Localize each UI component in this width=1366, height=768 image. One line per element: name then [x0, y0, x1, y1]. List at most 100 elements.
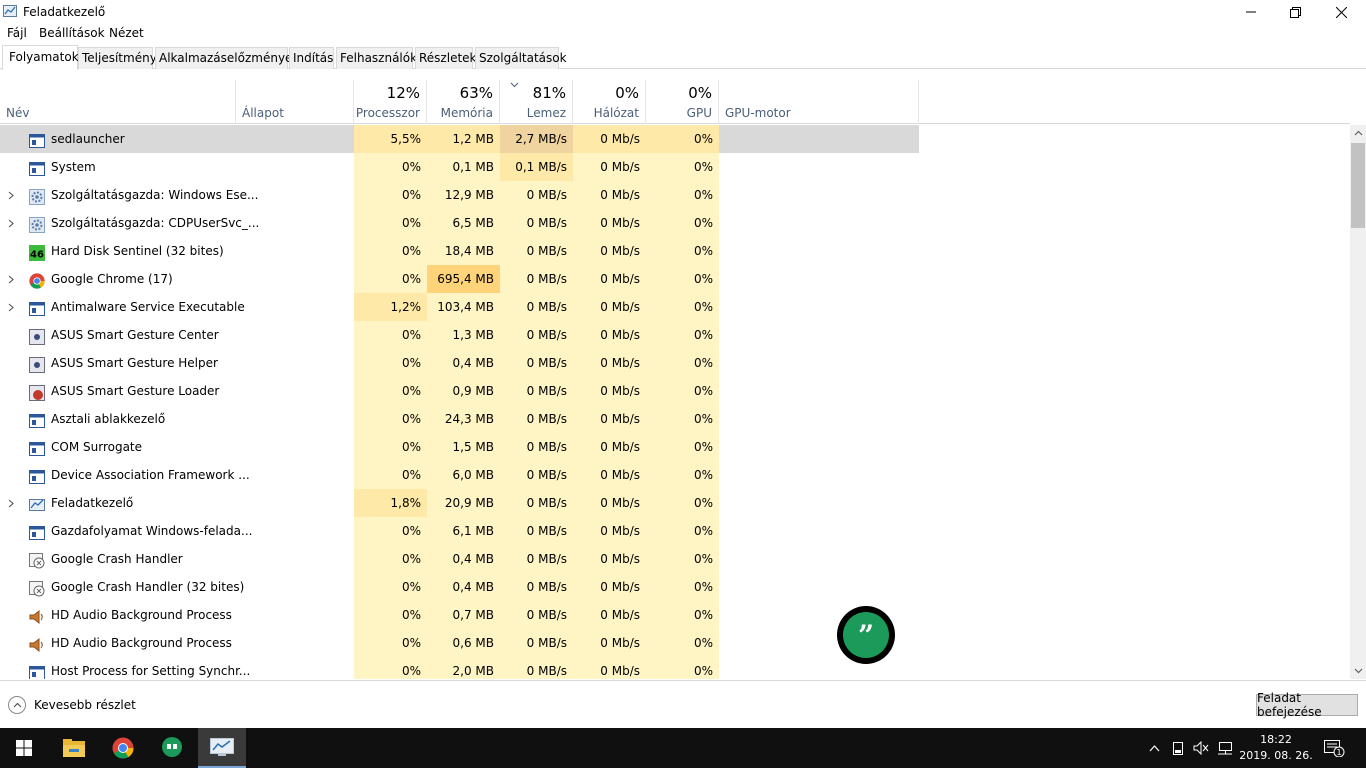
- tab-details[interactable]: Részletek: [415, 47, 477, 69]
- tray-volume[interactable]: [1190, 728, 1212, 768]
- process-gpu-engine: [719, 489, 919, 517]
- tab-services[interactable]: Szolgáltatások: [475, 47, 567, 69]
- process-name-cell: ASUS Smart Gesture Center: [0, 321, 236, 349]
- start-button[interactable]: [0, 728, 48, 768]
- end-task-button[interactable]: Feladat befejezése: [1256, 691, 1358, 719]
- process-row[interactable]: System 0% 0,1 MB 0,1 MB/s 0 Mb/s 0%: [0, 153, 1350, 181]
- process-row[interactable]: ASUS Smart Gesture Center 0% 1,3 MB 0 MB/s 0…: [0, 321, 1350, 349]
- taskbar-file-explorer[interactable]: [50, 728, 98, 768]
- expand-chevron-icon[interactable]: [8, 209, 18, 237]
- process-gpu: 0%: [646, 321, 719, 349]
- column-status[interactable]: Állapot: [236, 80, 354, 124]
- tab-processes[interactable]: Folyamatok: [2, 45, 79, 70]
- process-network: 0 Mb/s: [573, 405, 646, 433]
- taskbar-chrome[interactable]: [99, 728, 147, 768]
- process-row[interactable]: HD Audio Background Process 0% 0,6 MB 0 MB/…: [0, 629, 1350, 657]
- restore-button[interactable]: [1272, 0, 1318, 24]
- vertical-scrollbar[interactable]: [1350, 125, 1366, 679]
- tab-performance[interactable]: Teljesítmény: [78, 47, 157, 69]
- show-hidden-icons-button[interactable]: [1144, 728, 1164, 768]
- process-network: 0 Mb/s: [573, 545, 646, 573]
- scroll-down-button[interactable]: [1350, 663, 1366, 679]
- process-row[interactable]: ASUS Smart Gesture Helper 0% 0,4 MB 0 MB/s 0…: [0, 349, 1350, 377]
- action-center-button[interactable]: 1: [1318, 728, 1350, 768]
- scroll-thumb[interactable]: [1351, 143, 1365, 228]
- tray-network[interactable]: [1214, 728, 1236, 768]
- column-gpu-engine[interactable]: GPU-motor: [719, 80, 919, 124]
- chevron-up-circle-icon: [8, 696, 26, 714]
- process-row[interactable]: Feladatkezelő 1,8% 20,9 MB 0 MB/s 0 Mb/s 0%: [0, 489, 1350, 517]
- menu-view[interactable]: Nézet: [109, 26, 144, 40]
- tab-app-history[interactable]: Alkalmazáselőzmények: [155, 47, 299, 69]
- system-clock[interactable]: 18:22 2019. 08. 26.: [1238, 732, 1314, 764]
- tab-users[interactable]: Felhasználók: [336, 47, 417, 69]
- expand-chevron-icon[interactable]: [8, 265, 18, 293]
- column-name[interactable]: Név: [0, 80, 236, 124]
- process-row[interactable]: sedlauncher 5,5% 1,2 MB 2,7 MB/s 0 Mb/s 0%: [0, 125, 1350, 153]
- column-cpu[interactable]: 12% Processzor: [354, 80, 427, 124]
- taskbar-task-manager[interactable]: [198, 728, 246, 768]
- process-status: [236, 573, 354, 601]
- app-window-icon: [29, 467, 45, 484]
- process-name-cell: Host Process for Setting Synchr...: [0, 657, 250, 679]
- app-window-icon: [29, 439, 45, 456]
- process-gpu-engine: [719, 181, 919, 209]
- process-gpu: 0%: [646, 153, 719, 181]
- process-name-cell: COM Surrogate: [0, 433, 236, 461]
- column-memory[interactable]: 63% Memória: [427, 80, 500, 124]
- column-network[interactable]: 0% Hálózat: [573, 80, 646, 124]
- process-row[interactable]: Google Crash Handler 0% 0,4 MB 0 MB/s 0 Mb/s…: [0, 545, 1350, 573]
- column-gpu[interactable]: 0% GPU: [646, 80, 719, 124]
- minimize-button[interactable]: [1228, 0, 1274, 24]
- process-network: 0 Mb/s: [573, 461, 646, 489]
- process-status: [236, 461, 354, 489]
- process-gpu-engine: [719, 461, 919, 489]
- tab-startup[interactable]: Indítás: [289, 47, 334, 69]
- process-row[interactable]: Szolgáltatásgazda: Windows Ese... 0% 12,9 …: [0, 181, 1350, 209]
- menu-file[interactable]: Fájl: [7, 26, 27, 40]
- process-cpu: 0%: [354, 517, 427, 545]
- process-row[interactable]: HD Audio Background Process 0% 0,7 MB 0 MB/…: [0, 601, 1350, 629]
- chevron-down-icon: [1354, 668, 1362, 674]
- process-network: 0 Mb/s: [573, 125, 646, 153]
- process-cpu: 0%: [354, 237, 427, 265]
- process-row[interactable]: Szolgáltatásgazda: CDPUserSvc_... 0% 6,5 M…: [0, 209, 1350, 237]
- process-row[interactable]: ASUS Smart Gesture Loader 0% 0,9 MB 0 MB/s 0…: [0, 377, 1350, 405]
- menu-options[interactable]: Beállítások: [39, 26, 105, 40]
- title-bar[interactable]: Feladatkezelő: [0, 0, 1366, 24]
- process-network: 0 Mb/s: [573, 629, 646, 657]
- process-memory: 1,5 MB: [427, 433, 500, 461]
- process-row[interactable]: Gazdafolyamat Windows-felada... 0% 6,1 MB 0…: [0, 517, 1350, 545]
- tab-bar: Folyamatok Teljesítmény Alkalmazáselőzmé…: [0, 45, 1366, 70]
- process-cpu: 5,5%: [354, 125, 427, 153]
- process-name: Host Process for Setting Synchr...: [51, 664, 251, 678]
- hangouts-chat-bubble[interactable]: ”: [837, 606, 895, 664]
- process-disk: 0 MB/s: [500, 433, 573, 461]
- process-row[interactable]: COM Surrogate 0% 1,5 MB 0 MB/s 0 Mb/s 0%: [0, 433, 1350, 461]
- process-row[interactable]: Host Process for Setting Synchr... 0% 2,0 …: [0, 657, 1350, 679]
- process-disk: 0 MB/s: [500, 321, 573, 349]
- process-gpu: 0%: [646, 601, 719, 629]
- column-gpu-percent: 0%: [688, 84, 712, 102]
- close-button[interactable]: [1318, 0, 1364, 24]
- process-gpu-engine: [719, 433, 919, 461]
- expand-chevron-icon[interactable]: [8, 293, 18, 321]
- quote-icon: ”: [843, 612, 889, 658]
- tray-battery[interactable]: [1168, 728, 1188, 768]
- process-row[interactable]: Google Chrome (17) 0% 695,4 MB 0 MB/s 0 Mb/s…: [0, 265, 1350, 293]
- taskbar-hangouts[interactable]: [148, 728, 196, 768]
- process-row[interactable]: Google Crash Handler (32 bites) 0% 0,4 MB 0…: [0, 573, 1350, 601]
- column-disk-label: Lemez: [526, 106, 566, 120]
- expand-chevron-icon[interactable]: [8, 489, 18, 517]
- fewer-details-button[interactable]: Kevesebb részlet: [8, 696, 136, 714]
- process-cpu: 0%: [354, 545, 427, 573]
- expand-chevron-icon[interactable]: [8, 181, 18, 209]
- app-window-icon: [29, 159, 45, 176]
- column-memory-label: Memória: [440, 106, 493, 120]
- process-row[interactable]: 46 Hard Disk Sentinel (32 bites) 0% 18,4 MB…: [0, 237, 1350, 265]
- column-disk[interactable]: 81% Lemez: [500, 80, 573, 124]
- process-row[interactable]: Antimalware Service Executable 1,2% 103,4 …: [0, 293, 1350, 321]
- process-row[interactable]: Asztali ablakkezelő 0% 24,3 MB 0 MB/s 0 Mb/s…: [0, 405, 1350, 433]
- scroll-up-button[interactable]: [1350, 125, 1366, 141]
- process-row[interactable]: Device Association Framework ... 0% 6,0 MB…: [0, 461, 1350, 489]
